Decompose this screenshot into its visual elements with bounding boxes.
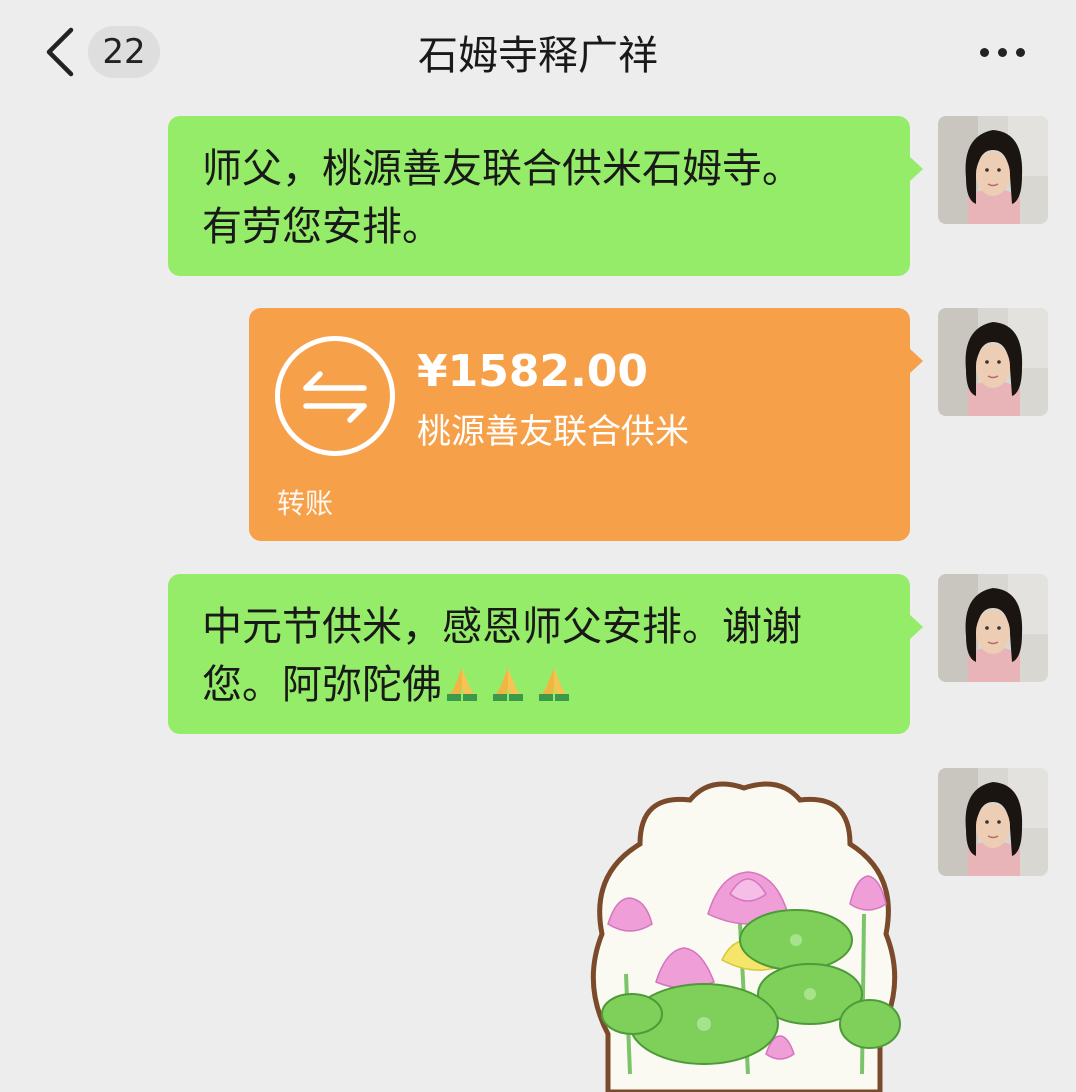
more-dots-icon (979, 47, 989, 57)
transfer-note: 桃源善友联合供米 (417, 412, 689, 452)
more-dot (1015, 47, 1025, 57)
transfer-amount: ¥1582.00 (417, 346, 649, 397)
more-dot (997, 47, 1007, 57)
folded-hands-icon (493, 668, 523, 701)
transfer-label: 转账 (277, 487, 334, 520)
avatar-image (938, 768, 1048, 876)
message-bubble[interactable]: 中元节供米，感恩师父安排。谢谢 您。阿弥陀佛 (168, 574, 923, 734)
chat-title: 石姆寺释广祥 (418, 33, 658, 79)
message-bubble[interactable]: 师父，桃源善友联合供米石姆寺。 有劳您安排。 (168, 116, 923, 276)
folded-hands-icon (539, 668, 569, 701)
transfer-arrows-icon (275, 336, 395, 456)
message-text-line: 师父，桃源善友联合供米石姆寺。 (202, 146, 802, 192)
more-button[interactable] (970, 30, 1034, 74)
message-text-line: 您。阿弥陀佛 (202, 662, 442, 708)
avatar[interactable] (938, 116, 1048, 224)
avatar-image (938, 116, 1048, 224)
avatar-image (938, 308, 1048, 416)
transfer-card[interactable]: ¥1582.00 桃源善友联合供米 转账 (249, 308, 923, 541)
avatar-image (938, 574, 1048, 682)
avatar[interactable] (938, 768, 1048, 876)
message-text-line-with-emoji: 您。阿弥陀佛 (202, 656, 876, 714)
chat-header: 22 石姆寺释广祥 (0, 0, 1076, 104)
message-text-line: 中元节供米，感恩师父安排。谢谢 (202, 604, 802, 650)
message-text-line: 有劳您安排。 (202, 204, 442, 250)
avatar[interactable] (938, 574, 1048, 682)
lotus-sticker[interactable] (580, 774, 908, 1092)
avatar[interactable] (938, 308, 1048, 416)
folded-hands-icon (447, 668, 477, 701)
